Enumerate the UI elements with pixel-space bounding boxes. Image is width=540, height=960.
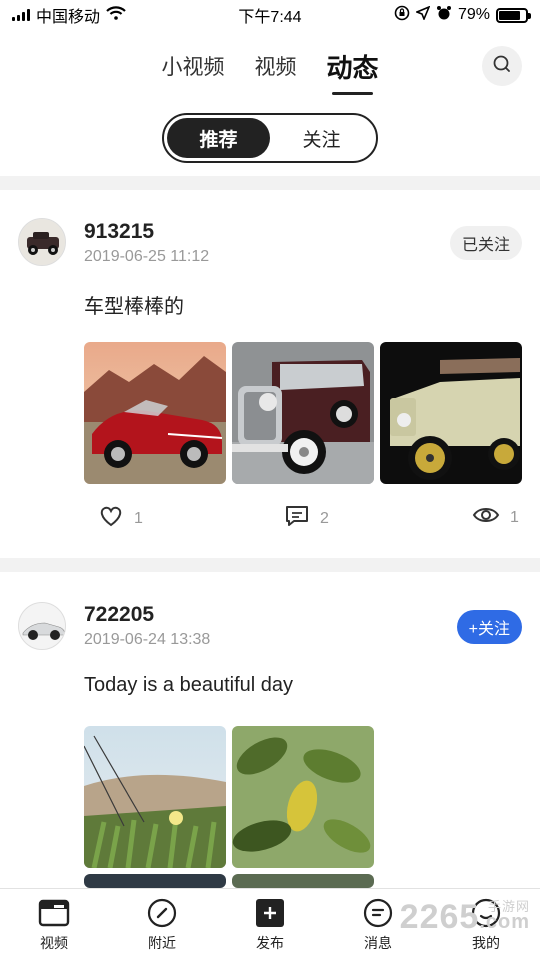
nav-nearby[interactable]: 附近 bbox=[108, 889, 216, 960]
followed-button[interactable]: 已关注 bbox=[449, 226, 522, 260]
top-tabs: 小视频 视频 动态 bbox=[0, 40, 540, 96]
tab-moments[interactable]: 动态 bbox=[326, 48, 379, 95]
search-button[interactable] bbox=[482, 46, 522, 86]
search-icon bbox=[491, 53, 513, 80]
section-divider bbox=[0, 558, 540, 572]
eye-icon bbox=[472, 504, 500, 531]
post-photo-red-roadster[interactable] bbox=[84, 342, 226, 484]
username[interactable]: 913215 bbox=[84, 220, 154, 244]
view-count: 1 bbox=[510, 508, 519, 526]
comment-count: 2 bbox=[320, 509, 329, 527]
message-icon bbox=[362, 897, 394, 929]
post-photo-green-leaves[interactable] bbox=[232, 726, 374, 868]
nav-label: 附近 bbox=[148, 934, 176, 951]
post-photo-vintage-cream-car[interactable] bbox=[380, 342, 522, 484]
heart-icon bbox=[98, 504, 124, 533]
plus-icon bbox=[254, 897, 286, 929]
post-card: 722205 2019-06-24 13:38 +关注 Today is a b… bbox=[0, 572, 540, 888]
post-actions: 1 2 1 bbox=[0, 504, 540, 534]
tab-short-video[interactable]: 小视频 bbox=[161, 51, 224, 85]
section-divider bbox=[0, 176, 540, 190]
like-count: 1 bbox=[134, 509, 143, 527]
avatar[interactable] bbox=[18, 218, 66, 266]
nav-label: 视频 bbox=[40, 934, 68, 951]
clock: 下午7:44 bbox=[238, 9, 302, 26]
watermark-tag: 手游网 bbox=[487, 899, 530, 914]
feed-segmented-control: 推荐 关注 bbox=[162, 113, 378, 163]
view-action: 1 bbox=[472, 504, 519, 531]
tab-video[interactable]: 视频 bbox=[254, 51, 296, 85]
nav-label: 发布 bbox=[256, 934, 284, 951]
post-photo-partial[interactable] bbox=[232, 874, 374, 888]
wifi-icon bbox=[106, 5, 126, 25]
nav-label: 消息 bbox=[364, 934, 392, 951]
segment-following[interactable]: 关注 bbox=[270, 118, 373, 158]
watermark-logo: 2265.com 手游网 bbox=[400, 898, 530, 937]
follow-button[interactable]: +关注 bbox=[456, 610, 522, 644]
post-photo-beach-plants[interactable] bbox=[84, 726, 226, 868]
compass-icon bbox=[146, 897, 178, 929]
like-action[interactable]: 1 bbox=[98, 504, 143, 533]
post-timestamp: 2019-06-24 13:38 bbox=[84, 631, 211, 648]
username[interactable]: 722205 bbox=[84, 603, 154, 627]
post-card: 913215 2019-06-25 11:12 已关注 车型棒棒的 1 2 1 bbox=[0, 190, 540, 558]
post-photo-partial[interactable] bbox=[84, 874, 226, 888]
post-timestamp: 2019-06-25 11:12 bbox=[84, 248, 210, 265]
battery-icon bbox=[496, 7, 531, 23]
segment-recommended[interactable]: 推荐 bbox=[167, 118, 270, 158]
location-icon bbox=[414, 5, 431, 25]
post-text: Today is a beautiful day bbox=[84, 674, 294, 696]
alarm-icon bbox=[436, 5, 452, 26]
watermark-brand: 2265 bbox=[399, 898, 480, 936]
nav-video[interactable]: 视频 bbox=[0, 889, 108, 960]
video-icon bbox=[38, 897, 70, 929]
rotation-lock-icon bbox=[394, 5, 410, 26]
carrier-label: 中国移动 bbox=[36, 9, 101, 26]
avatar[interactable] bbox=[18, 602, 66, 650]
post-text: 车型棒棒的 bbox=[84, 296, 184, 318]
nav-publish[interactable]: 发布 bbox=[216, 889, 324, 960]
signal-icon bbox=[12, 9, 30, 21]
post-photo-classic-silver-car[interactable] bbox=[232, 342, 374, 484]
battery-percent: 79% bbox=[457, 6, 490, 23]
comment-icon bbox=[284, 504, 310, 533]
comment-action[interactable]: 2 bbox=[284, 504, 329, 533]
status-bar: 中国移动 下午7:44 79% bbox=[0, 0, 540, 30]
